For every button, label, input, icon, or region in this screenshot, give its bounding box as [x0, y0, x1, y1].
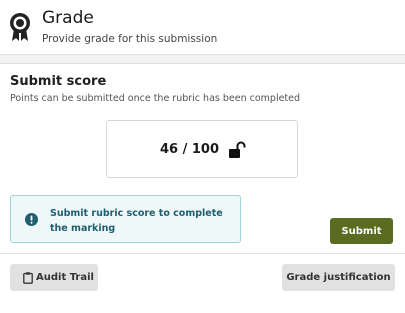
- audit-trail-label: Audit Trail: [36, 272, 94, 283]
- info-icon: [25, 213, 38, 226]
- unlock-icon[interactable]: [228, 141, 246, 159]
- grade-justification-button[interactable]: Grade justification: [282, 264, 395, 291]
- submit-button[interactable]: Submit: [330, 218, 393, 244]
- section-subtitle: Points can be submitted once the rubric …: [10, 93, 301, 104]
- audit-trail-button[interactable]: Audit Trail: [10, 264, 98, 291]
- section-title: Submit score: [10, 74, 107, 89]
- rubric-notice: Submit rubric score to complete the mark…: [10, 195, 241, 243]
- grade-header: Grade Provide grade for this submission: [0, 0, 405, 55]
- score-value: 46 / 100: [160, 142, 220, 157]
- submit-score-panel: Submit score Points can be submitted onc…: [0, 63, 405, 313]
- notice-text: Submit rubric score to complete the mark…: [50, 208, 223, 234]
- page-title: Grade: [42, 8, 94, 28]
- divider: [0, 253, 405, 254]
- score-display: 46 / 100: [106, 120, 298, 178]
- page-subtitle: Provide grade for this submission: [42, 33, 218, 45]
- award-icon: [10, 13, 30, 41]
- clipboard-icon: [23, 272, 33, 284]
